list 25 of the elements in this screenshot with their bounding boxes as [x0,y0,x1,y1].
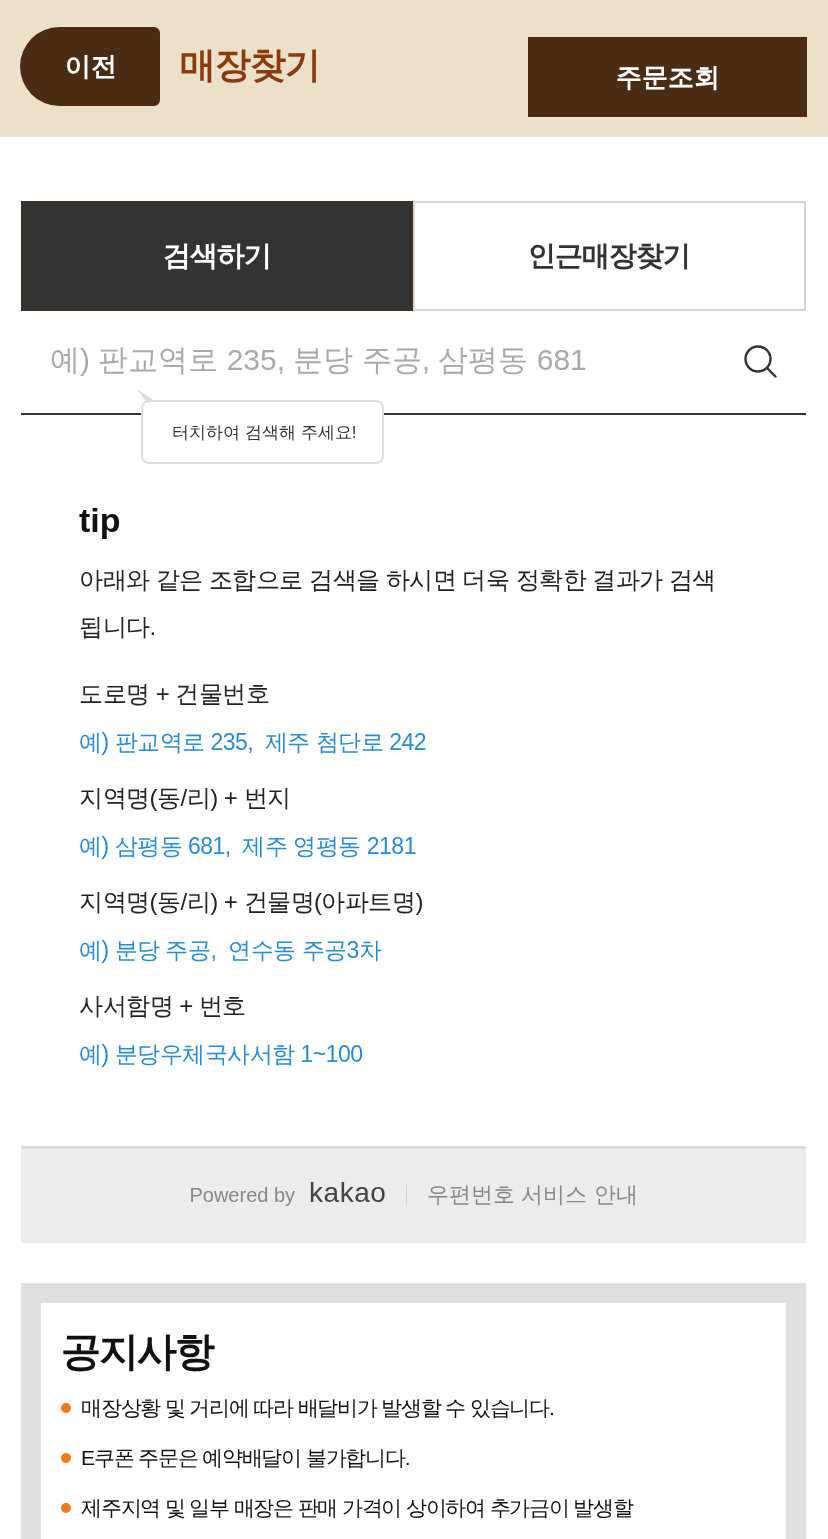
order-lookup-button[interactable]: 주문조회 [528,37,807,117]
tip-example: 예) 분당우체국사서함 1~100 [79,1040,364,1069]
notice-text: 제주지역 및 일부 매장은 판매 가격이 상이하여 추가금이 발생할 [81,1495,633,1521]
page-title: 매장찾기 [180,43,320,87]
bullet-dot-icon [61,1403,71,1413]
tab[interactable]: 검색하기 [21,201,413,311]
tip-label: 도로명 + 건물번호 [79,679,271,709]
kakao-logo: kakao [309,1177,387,1209]
notice-text: 매장상황 및 거리에 따라 배달비가 발생할 수 있습니다. [81,1395,554,1421]
tip-example: 예) 분당 주공, 연수동 주공3차 [79,936,383,965]
bullet-dot-icon [61,1503,71,1513]
powered-by-text: Powered by [189,1183,296,1207]
tip-title: tip [79,500,122,541]
tip-example: 예) 판교역로 235, 제주 첨단로 242 [79,728,428,757]
tip-label: 지역명(동/리) + 번지 [79,783,292,813]
bullet-dot-icon [61,1453,71,1463]
tip-label: 지역명(동/리) + 건물명(아파트명) [79,887,424,917]
notice-text: E쿠폰 주문은 예약배달이 불가합니다. [81,1445,410,1471]
search-icon[interactable] [743,344,777,378]
back-button[interactable]: 이전 [20,27,160,106]
tip-label: 사서함명 + 번호 [79,991,247,1021]
tip-description: 아래와 같은 조합으로 검색을 하시면 더욱 정확한 결과가 검색 됩니다. [79,565,717,642]
tip-example: 예) 삼평동 681, 제주 영평동 2181 [79,832,417,861]
tab[interactable]: 인근매장찾기 [412,201,806,311]
notice-title: 공지사항 [61,1328,215,1375]
